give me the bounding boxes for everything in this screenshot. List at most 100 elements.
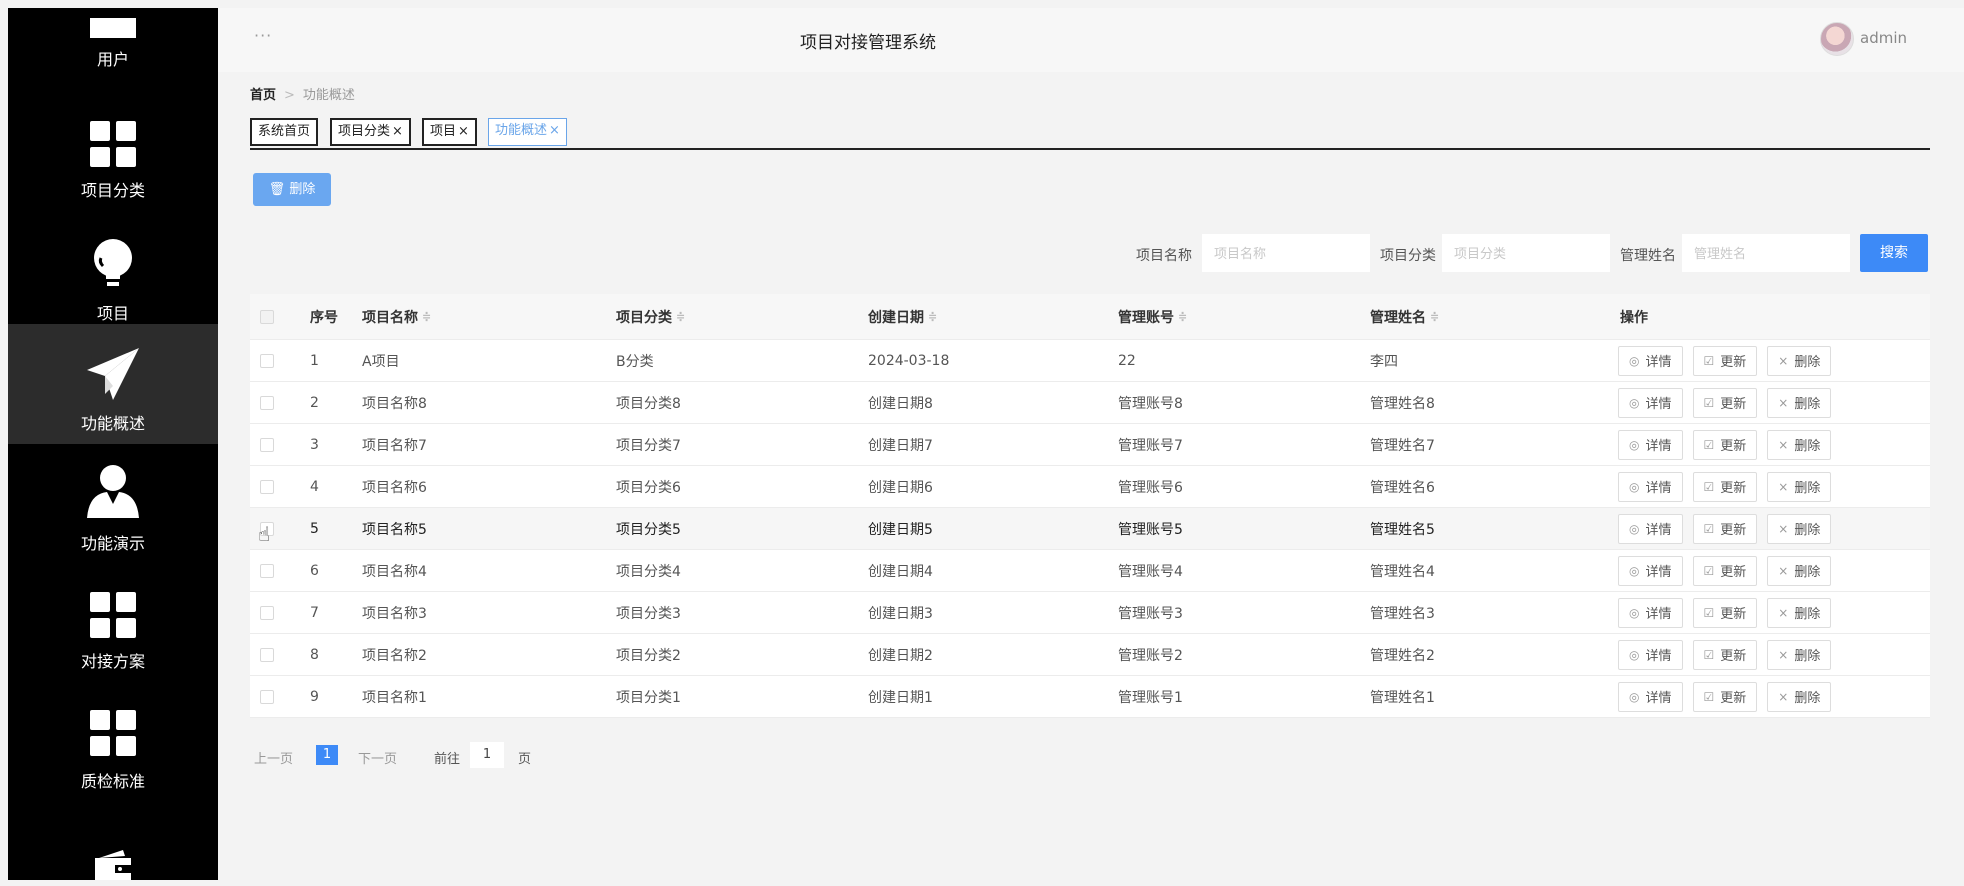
detail-button-label: 详情 [1645,607,1672,622]
project-category-input[interactable] [1442,234,1610,272]
tab-project[interactable]: 项目 × [422,118,477,146]
avatar[interactable] [1820,22,1854,56]
close-icon[interactable]: × [392,124,403,139]
sort-icon[interactable]: ≑ [1178,310,1187,323]
goto-page-input[interactable]: 1 [470,742,504,768]
delete-row-button-label: 删除 [1794,439,1821,454]
table-row[interactable]: 1 A项目 B分类 2024-03-18 22 李四 ◎ 详情 ☑ 更新 × 删除 [250,340,1930,382]
update-button[interactable]: ☑ 更新 [1692,639,1758,670]
tab-project-category[interactable]: 项目分类 × [330,118,411,146]
sidebar-item-label: 用户 [96,50,129,69]
table-row[interactable]: 8 项目名称2 项目分类2 创建日期2 管理账号2 管理姓名2 ◎ 详情 ☑ 更新 × 删除 [250,634,1930,676]
edit-icon: ☑ [1703,479,1715,494]
update-button[interactable]: ☑ 更新 [1692,513,1758,544]
row-checkbox[interactable] [260,479,274,494]
update-button[interactable]: ☑ 更新 [1692,597,1758,628]
page-1-button[interactable]: 1 [316,745,338,765]
sort-icon[interactable]: ≑ [1430,310,1439,323]
sidebar-item-wallet[interactable] [8,808,218,880]
cell-project-name: 项目名称1 [362,689,427,706]
manager-name-input[interactable] [1682,234,1850,272]
sort-icon[interactable]: ≑ [422,310,431,323]
delete-button[interactable]: 🗑︎ 删除 [253,173,331,206]
row-checkbox[interactable] [260,689,274,704]
detail-button[interactable]: ◎ 详情 [1618,597,1683,628]
table-row[interactable]: 2 项目名称8 项目分类8 创建日期8 管理账号8 管理姓名8 ◎ 详情 ☑ 更新 × 删除 [250,382,1930,424]
delete-row-button[interactable]: × 删除 [1767,555,1832,586]
column-header-project-name[interactable]: 项目名称 ≑ [362,294,431,339]
cell-project-name: 项目名称2 [362,647,427,664]
row-checkbox[interactable] [260,647,274,662]
detail-button[interactable]: ◎ 详情 [1618,429,1683,460]
column-header-created-date[interactable]: 创建日期 ≑ [868,294,937,339]
eye-icon: ◎ [1629,479,1640,494]
tab-feature-overview[interactable]: 功能概述 × [488,118,567,146]
sidebar-item-label: 质检标准 [80,772,145,791]
sort-icon[interactable]: ≑ [676,310,685,323]
detail-button[interactable]: ◎ 详情 [1618,387,1683,418]
detail-button[interactable]: ◎ 详情 [1618,681,1683,712]
edit-icon: ☑ [1703,521,1715,536]
delete-row-button[interactable]: × 删除 [1767,387,1832,418]
sidebar-item-feature-overview[interactable]: 功能概述 [8,324,218,444]
delete-row-button[interactable]: × 删除 [1767,429,1832,460]
delete-row-button[interactable]: × 删除 [1767,345,1832,376]
search-label-project-category: 项目分类 [1380,248,1436,264]
delete-row-button[interactable]: × 删除 [1767,597,1832,628]
actions-cell: ◎ 详情 ☑ 更新 × 删除 [1618,382,1841,423]
update-button[interactable]: ☑ 更新 [1692,681,1758,712]
cell-project-category: B分类 [616,353,654,370]
search-button[interactable]: 搜索 [1860,234,1928,272]
delete-row-button[interactable]: × 删除 [1767,639,1832,670]
column-label: 管理姓名 [1370,309,1426,326]
actions-cell: ◎ 详情 ☑ 更新 × 删除 [1618,508,1841,549]
username[interactable]: admin [1860,29,1907,47]
update-button[interactable]: ☑ 更新 [1692,387,1758,418]
row-checkbox[interactable] [260,437,274,452]
delete-row-button[interactable]: × 删除 [1767,513,1832,544]
detail-button[interactable]: ◎ 详情 [1618,471,1683,502]
row-checkbox[interactable] [260,563,274,578]
update-button[interactable]: ☑ 更新 [1692,345,1758,376]
detail-button[interactable]: ◎ 详情 [1618,639,1683,670]
close-icon[interactable]: × [549,123,560,138]
table-row[interactable]: 4 项目名称6 项目分类6 创建日期6 管理账号6 管理姓名6 ◎ 详情 ☑ 更新 × 删除 [250,466,1930,508]
row-checkbox[interactable] [260,395,274,410]
cell-created-date: 创建日期1 [868,689,933,706]
checkbox-cell [260,382,274,423]
prev-page-button[interactable]: 上一页 [254,748,293,767]
detail-button[interactable]: ◎ 详情 [1618,555,1683,586]
column-header-manager[interactable]: 管理姓名 ≑ [1370,294,1439,339]
update-button-label: 更新 [1720,649,1747,664]
table-row[interactable]: 9 项目名称1 项目分类1 创建日期1 管理账号1 管理姓名1 ◎ 详情 ☑ 更新 × 删除 [250,676,1930,718]
select-all-checkbox[interactable] [260,309,274,324]
next-page-button[interactable]: 下一页 [358,748,397,767]
close-icon[interactable]: × [458,124,469,139]
row-checkbox[interactable] [260,353,274,368]
row-checkbox[interactable] [260,605,274,620]
delete-row-button[interactable]: × 删除 [1767,471,1832,502]
table-row[interactable]: 3 项目名称7 项目分类7 创建日期7 管理账号7 管理姓名7 ◎ 详情 ☑ 更新 × 删除 [250,424,1930,466]
update-button[interactable]: ☑ 更新 [1692,555,1758,586]
column-header-account[interactable]: 管理账号 ≑ [1118,294,1187,339]
sidebar-item-quality-standard[interactable]: 质检标准 [8,684,218,804]
table-row[interactable]: 5 项目名称5 项目分类5 创建日期5 管理账号5 管理姓名5 ◎ 详情 ☑ 更新 × 删除 [250,508,1930,550]
column-header-project-category[interactable]: 项目分类 ≑ [616,294,685,339]
sidebar-item-docking-plan[interactable]: 对接方案 [8,564,218,684]
sidebar-item-project[interactable]: 项目 [8,178,218,323]
table-row[interactable]: 7 项目名称3 项目分类3 创建日期3 管理账号3 管理姓名3 ◎ 详情 ☑ 更新 × 删除 [250,592,1930,634]
project-name-input[interactable] [1202,234,1370,272]
breadcrumb: 首页 > 功能概述 [250,84,355,103]
detail-button[interactable]: ◎ 详情 [1618,345,1683,376]
update-button[interactable]: ☑ 更新 [1692,429,1758,460]
delete-row-button[interactable]: × 删除 [1767,681,1832,712]
cell-account: 22 [1118,352,1136,369]
update-button[interactable]: ☑ 更新 [1692,471,1758,502]
breadcrumb-home[interactable]: 首页 [250,88,276,103]
table-row[interactable]: 6 项目名称4 项目分类4 创建日期4 管理账号4 管理姓名4 ◎ 详情 ☑ 更新 × 删除 [250,550,1930,592]
tab-home[interactable]: 系统首页 [250,118,319,146]
sidebar-item-feature-demo[interactable]: 功能演示 [8,444,218,564]
cell-project-category: 项目分类5 [616,521,681,538]
sort-icon[interactable]: ≑ [928,310,937,323]
detail-button[interactable]: ◎ 详情 [1618,513,1683,544]
